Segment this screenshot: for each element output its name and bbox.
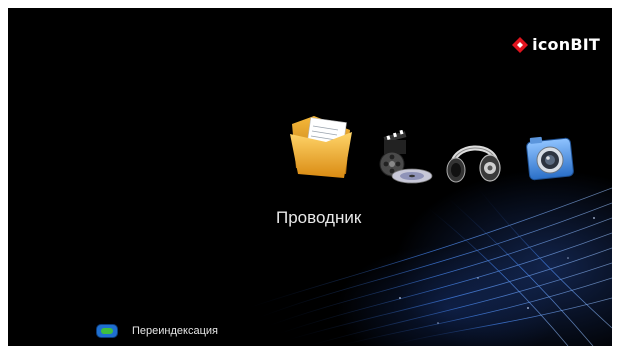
folder-icon xyxy=(290,116,352,178)
menu-item-music[interactable] xyxy=(444,134,504,186)
reindex-label: Переиндексация xyxy=(132,325,218,337)
camera-icon xyxy=(526,136,574,181)
media-menu xyxy=(276,112,576,192)
menu-item-photo[interactable] xyxy=(520,130,578,184)
headphones-icon xyxy=(446,145,501,183)
menu-item-video[interactable] xyxy=(372,130,434,186)
logo-diamond-icon xyxy=(512,36,529,53)
reindex-hint[interactable]: Переиндексация xyxy=(96,324,218,338)
logo-text: iconBIT xyxy=(532,35,600,54)
selected-item-label: Проводник xyxy=(276,208,362,227)
green-button-icon xyxy=(96,324,118,338)
menu-item-explorer[interactable] xyxy=(286,112,360,182)
media-player-screen: iconBIT Проводник Переиндексация xyxy=(8,8,612,346)
brand-logo: iconBIT xyxy=(511,35,600,54)
movie-icon xyxy=(379,130,433,184)
